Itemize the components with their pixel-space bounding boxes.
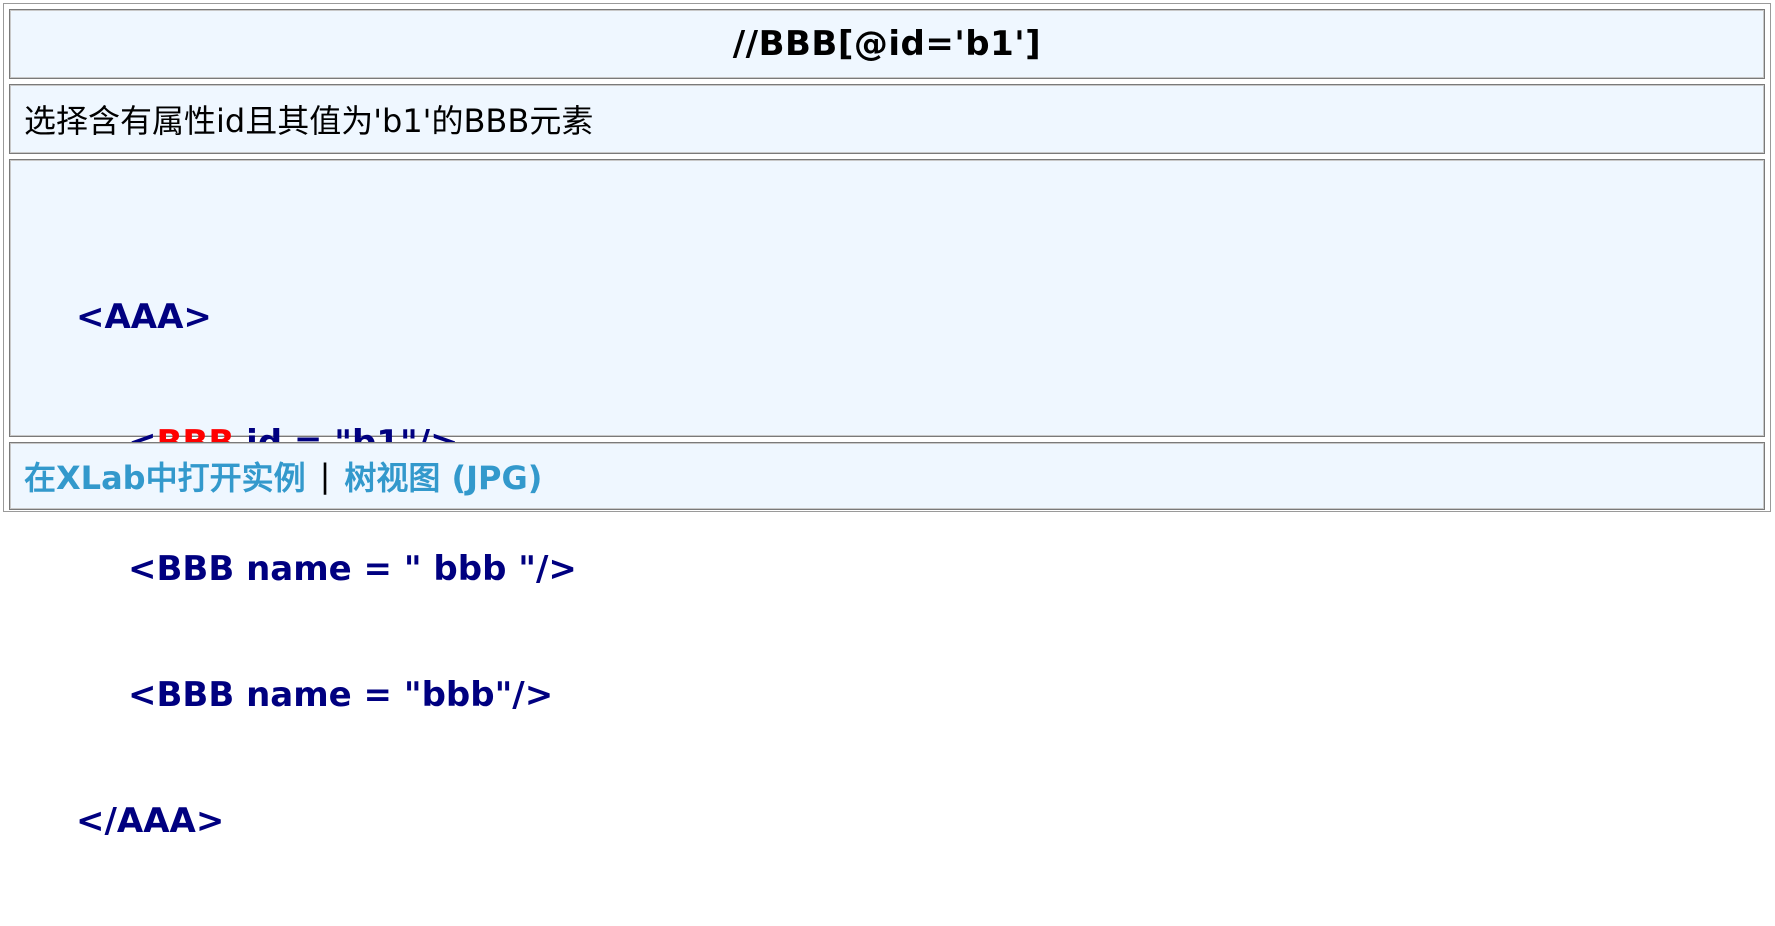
code-line3-text: <BBB name = "bbb"/>	[128, 675, 554, 715]
xpath-description: 选择含有属性id且其值为'b1'的BBB元素	[24, 102, 594, 140]
code-line-open-tag: <AAA>	[76, 296, 577, 338]
open-xlab-link[interactable]: 在XLab中打开实例	[24, 453, 306, 499]
code-close-tag: </AAA>	[76, 801, 225, 841]
xml-code-block: <AAA> <BBB id = "b1"/> <BBB name = " bbb…	[76, 212, 577, 926]
link-separator: |	[319, 457, 331, 495]
title-cell: //BBB[@id='b1']	[9, 9, 1765, 79]
code-open-tag: <AAA>	[76, 297, 212, 337]
xpath-title: //BBB[@id='b1']	[732, 24, 1042, 64]
tree-view-link[interactable]: 树视图 (JPG)	[344, 453, 542, 499]
description-cell: 选择含有属性id且其值为'b1'的BBB元素	[9, 84, 1765, 154]
code-line2-text: <BBB name = " bbb "/>	[128, 549, 577, 589]
code-line-3: <BBB name = "bbb"/>	[76, 674, 577, 716]
code-cell: <AAA> <BBB id = "b1"/> <BBB name = " bbb…	[9, 159, 1765, 841]
links-cell: 在XLab中打开实例 | 树视图 (JPG)	[9, 442, 1765, 510]
example-table: //BBB[@id='b1'] 选择含有属性id且其值为'b1'的BBB元素 <…	[3, 3, 1771, 841]
code-line-2: <BBB name = " bbb "/>	[76, 548, 577, 590]
code-line-close-tag: </AAA>	[76, 800, 577, 842]
